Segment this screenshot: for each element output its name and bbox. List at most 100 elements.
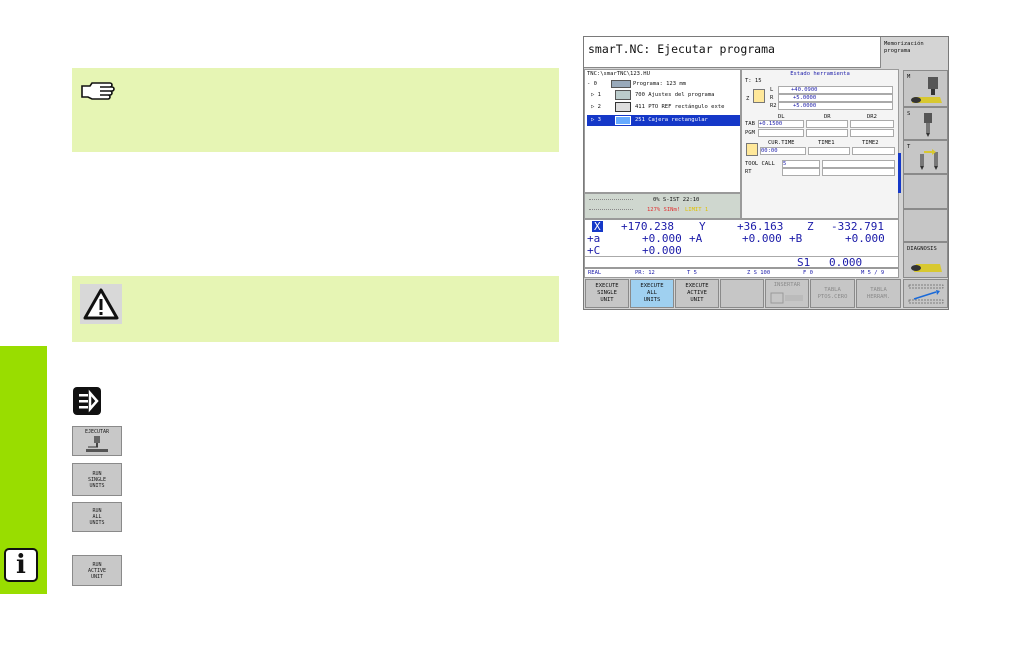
status-pr: PR: 12 xyxy=(635,270,655,276)
tree-row[interactable]: ▷ 2 411 PTO REF rectángulo exte xyxy=(587,102,739,112)
tool-call-label: TOOL CALL xyxy=(745,161,775,167)
radius-value: +5.0000 xyxy=(778,94,893,102)
tree-row-prefix: ▷ 3 xyxy=(591,117,601,123)
tab-label: TAB xyxy=(745,121,755,127)
side-key-t[interactable]: T xyxy=(903,140,948,174)
softkey-line: ACTIVE xyxy=(687,290,707,296)
machine-tool-icon xyxy=(86,436,108,452)
info-glyph: i xyxy=(4,548,38,582)
run-all-units-icon: RUN ALL UNITS xyxy=(72,502,122,532)
radius2-label: R2 xyxy=(770,103,777,109)
time2-label: TIME2 xyxy=(862,140,879,146)
cnc-title: smarT.NC: Ejecutar programa xyxy=(588,42,775,56)
warning-note-box xyxy=(72,276,559,342)
execute-active-unit-softkey[interactable]: EXECUTE ACTIVE UNIT xyxy=(675,279,719,308)
document-arrow-icon xyxy=(72,386,102,416)
tree-row-selected[interactable]: ▷ 3 251 Cajera rectangular xyxy=(587,115,740,126)
softkey-line: UNIT xyxy=(690,297,704,303)
tip-note-box xyxy=(72,68,559,152)
softkey-line: EXECUTE xyxy=(595,283,619,289)
axis-a-label: +A xyxy=(689,232,703,245)
pointing-hand-icon xyxy=(80,80,120,106)
tree-row-prefix: ▷ 2 xyxy=(591,104,601,110)
insertar-softkey[interactable]: INSERTAR xyxy=(765,279,809,308)
position-display: X +170.238 Y +36.163 Z -332.791 +a +0.00… xyxy=(584,219,899,269)
progress-bar-track xyxy=(589,199,633,204)
tree-row-prefix: ▷ 1 xyxy=(591,92,601,98)
diagnosis-label: DIAGNOSIS xyxy=(907,246,937,252)
radius-label: R xyxy=(770,95,774,101)
empty-softkey[interactable] xyxy=(720,279,764,308)
diagnosis-icon xyxy=(911,264,942,272)
side-key-empty-1[interactable] xyxy=(903,174,948,209)
tab-dr2-value xyxy=(850,120,894,128)
tabla-ptos-cero-softkey[interactable]: TABLA PTOS.CERO xyxy=(810,279,855,308)
pgm-dr-value xyxy=(806,129,848,137)
time1-label: TIME1 xyxy=(818,140,835,146)
spindle-icon xyxy=(924,113,932,137)
side-key-diagnosis[interactable]: DIAGNOSIS xyxy=(903,242,948,278)
axis-b-label: +B xyxy=(789,232,803,245)
next-softkey-bar[interactable] xyxy=(903,279,948,308)
scrollbar[interactable] xyxy=(898,153,901,193)
length-value: +40.0900 xyxy=(778,86,893,94)
softkey-line: PTOS.CERO xyxy=(817,293,848,300)
side-key-m[interactable]: M xyxy=(903,70,948,107)
reference-unit-icon xyxy=(615,102,631,112)
run-single-line3: UNITS xyxy=(89,482,105,489)
axis-b-value: +0.000 xyxy=(845,232,885,245)
program-tree-panel: TNC:\smarTNC\123.HU - 0 Programa: 123 mm… xyxy=(584,69,741,193)
tab-dr-value xyxy=(806,120,848,128)
clock-icon xyxy=(746,143,758,156)
program-icon xyxy=(611,80,631,88)
tree-row-text: 411 PTO REF rectángulo exte xyxy=(635,104,725,110)
pgm-dl-value xyxy=(758,129,804,137)
tool-call-extra xyxy=(822,160,895,168)
status-line-1: 0% S-IST 22:10 xyxy=(653,197,700,203)
side-key-s[interactable]: S xyxy=(903,107,948,140)
softkey-line: SINGLE xyxy=(597,290,617,296)
side-key-empty-2[interactable] xyxy=(903,209,948,242)
run-single-units-icon: RUN SINGLE UNITS xyxy=(72,463,122,496)
rt-extra xyxy=(822,168,895,176)
rt-value xyxy=(782,168,820,176)
tree-row-text: 251 Cajera rectangular xyxy=(635,117,708,123)
softkey-line: UNITS xyxy=(643,297,661,303)
m-function-icon xyxy=(911,77,942,103)
status-m: M 5 / 9 xyxy=(861,270,885,276)
status-tool: T 5 xyxy=(687,270,697,276)
softkey-line: HERRAM. xyxy=(866,293,891,300)
tree-row[interactable]: ▷ 1 700 Ajustes del programa xyxy=(587,90,739,100)
run-active-unit-icon: RUN ACTIVE UNIT xyxy=(72,555,122,586)
status-z: Z S 100 xyxy=(747,270,771,276)
row-separator xyxy=(585,256,898,257)
status-bar: REAL PR: 12 T 5 Z S 100 F 0 M 5 / 9 xyxy=(584,268,899,278)
softkey-line: UNIT xyxy=(600,297,614,303)
cur-time-label: CUR.TIME xyxy=(768,140,795,146)
cnc-title-bar: smarT.NC: Ejecutar programa xyxy=(584,37,880,68)
time2-value xyxy=(852,147,895,155)
tab-dl-value: +0.1500 xyxy=(758,120,804,128)
execute-all-units-softkey[interactable]: EXECUTE ALL UNITS xyxy=(630,279,674,308)
softkey-line: EXECUTE xyxy=(640,283,664,289)
ejecutar-softkey-icon: EJECUTAR xyxy=(72,426,122,456)
softkey-line: TABLA xyxy=(870,286,887,293)
pgm-dr2-value xyxy=(850,129,894,137)
tabla-herram-softkey[interactable]: TABLA HERRAM. xyxy=(856,279,901,308)
run-all-line3: UNITS xyxy=(89,520,105,526)
tool-status-header: Estado herramienta xyxy=(790,71,850,77)
tool-number: T: 15 xyxy=(745,78,762,84)
mode-label-box: Memorización programa xyxy=(880,37,948,68)
program-path: TNC:\smarTNC\123.HU xyxy=(587,71,650,77)
execute-single-unit-softkey[interactable]: EXECUTE SINGLE UNIT xyxy=(585,279,629,308)
softkey-line: TABLA xyxy=(824,286,841,293)
settings-unit-icon xyxy=(615,90,631,100)
softkey-line: EXECUTE xyxy=(685,283,709,289)
time1-value xyxy=(808,147,850,155)
axis-a-value: +0.000 xyxy=(742,232,782,245)
rt-label: RT xyxy=(745,169,752,175)
cur-time-value: 00:00 xyxy=(760,147,806,155)
tool-axis: Z xyxy=(746,96,750,102)
status-line-2-warning: 127% SINm! xyxy=(647,207,681,213)
tree-row[interactable]: - 0 Programa: 123 mm xyxy=(587,79,739,89)
